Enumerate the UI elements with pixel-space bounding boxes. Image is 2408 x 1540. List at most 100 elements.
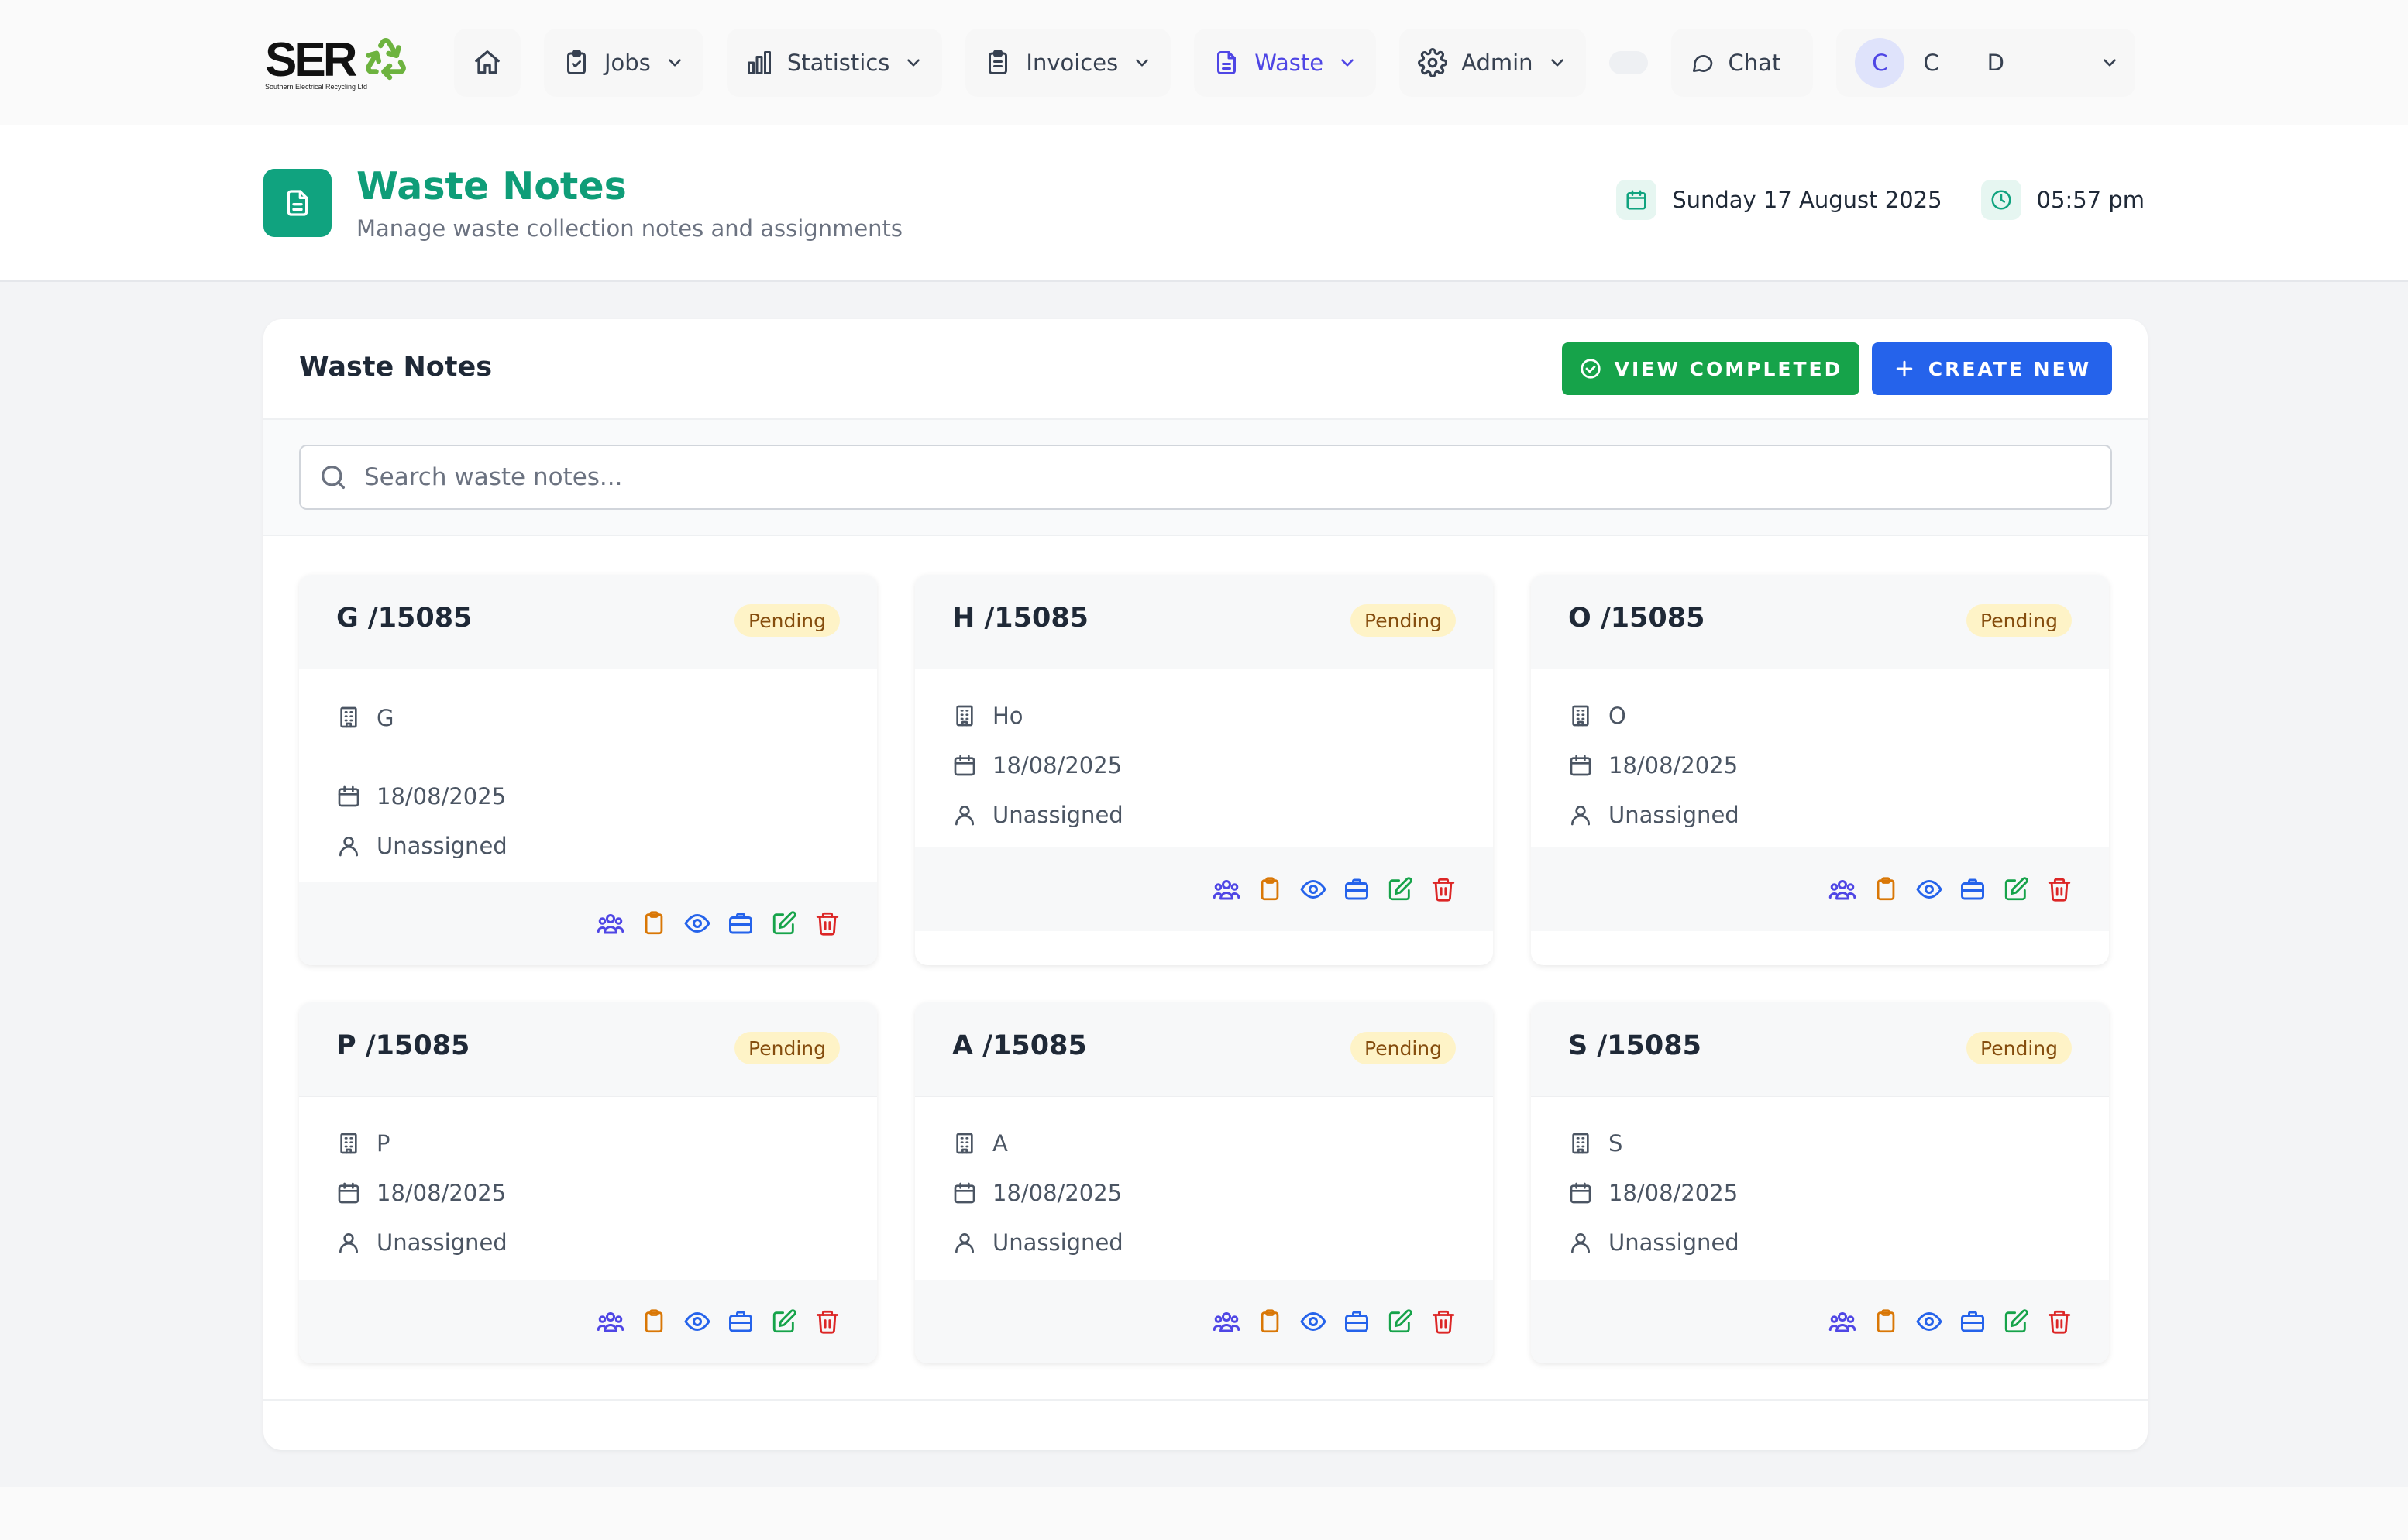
nav-invoices-label: Invoices	[1026, 50, 1119, 76]
edit-button[interactable]	[2000, 874, 2031, 905]
building-icon	[340, 1133, 357, 1154]
nav-placeholder	[1608, 51, 1648, 74]
card-actions	[1531, 1280, 2109, 1363]
edit-button[interactable]	[2000, 1306, 2031, 1337]
assignee: Unassigned	[992, 802, 1123, 828]
collection-date: 18/08/2025	[1608, 752, 1739, 779]
view-button[interactable]	[1298, 1306, 1329, 1337]
create-new-label: CREATE NEW	[1928, 357, 2092, 380]
delete-button[interactable]	[1428, 1306, 1459, 1337]
search-input[interactable]	[364, 463, 2069, 491]
clipboard-button[interactable]	[1254, 874, 1285, 905]
card-body: P 18/08/2025 Unassigned	[299, 1097, 877, 1267]
eye-icon	[1300, 880, 1326, 899]
view-button[interactable]	[1914, 874, 1945, 905]
date-row: 18/08/2025	[952, 1168, 1456, 1218]
collection-date: 18/08/2025	[1608, 1180, 1739, 1206]
delete-button[interactable]	[812, 908, 843, 939]
page-title: Waste Notes	[356, 164, 627, 208]
nav-invoices[interactable]: Invoices	[965, 29, 1171, 97]
users-icon	[1213, 880, 1240, 900]
edit-button[interactable]	[1385, 874, 1416, 905]
clipboard-icon	[1877, 877, 1895, 901]
date-row: 18/08/2025	[336, 772, 840, 821]
logo[interactable]: SER Southern Electrical Recycling Ltd	[263, 32, 411, 94]
navbar-inner: SER Southern Electrical Recycling Ltd Jo…	[263, 28, 2148, 98]
chat-bubble-icon	[1692, 55, 1712, 72]
assignee: Unassigned	[1608, 1229, 1739, 1256]
edit-button[interactable]	[1385, 1306, 1416, 1337]
calendar-icon	[1570, 755, 1591, 776]
building-icon	[1572, 705, 1589, 727]
waste-note-card[interactable]: O /15085 Pending O 18/08/2025 Unassigned	[1531, 575, 2109, 965]
user-menu[interactable]: C C D	[1836, 29, 2136, 97]
delete-button[interactable]	[812, 1306, 843, 1337]
waste-note-card[interactable]: S /15085 Pending S 18/08/2025 Unassigned	[1531, 1002, 2109, 1363]
waste-note-reference[interactable]: G /15085	[336, 603, 472, 634]
status-badge: Pending	[1966, 1032, 2072, 1064]
clipboard-button[interactable]	[1254, 1306, 1285, 1337]
trash-icon	[816, 1310, 839, 1334]
briefcase-icon	[729, 913, 752, 934]
waste-note-reference[interactable]: H /15085	[952, 603, 1089, 634]
delete-button[interactable]	[1428, 874, 1459, 905]
nav-waste[interactable]: Waste	[1194, 29, 1377, 97]
assign-team-button[interactable]	[1827, 874, 1858, 905]
assign-team-button[interactable]	[595, 908, 626, 939]
edit-icon	[772, 911, 796, 935]
clipboard-button[interactable]	[638, 908, 669, 939]
view-button[interactable]	[1298, 874, 1329, 905]
create-new-button[interactable]: CREATE NEW	[1872, 342, 2112, 395]
assignee: Unassigned	[1608, 802, 1739, 828]
waste-note-card[interactable]: A /15085 Pending A 18/08/2025 Unassigned	[915, 1002, 1493, 1363]
card-actions	[299, 1280, 877, 1363]
waste-note-reference[interactable]: S /15085	[1568, 1030, 1701, 1061]
view-button[interactable]	[682, 908, 713, 939]
nav-jobs[interactable]: Jobs	[544, 29, 703, 97]
plus-icon	[1896, 360, 1912, 377]
collection-date: 18/08/2025	[377, 783, 507, 810]
waste-note-card[interactable]: H /15085 Pending Ho 18/08/2025 Unassigne…	[915, 575, 1493, 965]
assignee-row: Unassigned	[336, 821, 840, 871]
assign-team-button[interactable]	[1211, 1306, 1242, 1337]
job-button[interactable]	[1341, 1306, 1372, 1337]
job-button[interactable]	[1341, 874, 1372, 905]
clipboard-button[interactable]	[1870, 1306, 1901, 1337]
calendar-icon	[1626, 190, 1646, 210]
delete-button[interactable]	[2044, 1306, 2075, 1337]
nav-chat[interactable]: Chat	[1670, 29, 1814, 97]
view-button[interactable]	[682, 1306, 713, 1337]
company-row: P	[336, 1119, 840, 1168]
nav-jobs-label: Jobs	[604, 50, 651, 76]
receipt-icon	[989, 50, 1008, 74]
job-button[interactable]	[725, 1306, 756, 1337]
edit-button[interactable]	[769, 1306, 800, 1337]
company-name: A	[992, 1130, 1008, 1157]
nav-home[interactable]	[454, 29, 521, 97]
search-icon	[322, 466, 345, 489]
waste-note-reference[interactable]: A /15085	[952, 1030, 1087, 1061]
waste-note-card[interactable]: G /15085 Pending G 18/08/2025 Unassigned	[299, 575, 877, 965]
delete-button[interactable]	[2044, 874, 2075, 905]
view-completed-button[interactable]: VIEW COMPLETED	[1562, 342, 1859, 395]
view-button[interactable]	[1914, 1306, 1945, 1337]
job-button[interactable]	[1957, 874, 1988, 905]
waste-note-reference[interactable]: P /15085	[336, 1030, 470, 1061]
edit-button[interactable]	[769, 908, 800, 939]
assign-team-button[interactable]	[595, 1306, 626, 1337]
job-button[interactable]	[1957, 1306, 1988, 1337]
company-row: Ho	[952, 691, 1456, 741]
waste-note-card[interactable]: P /15085 Pending P 18/08/2025 Unassigned	[299, 1002, 877, 1363]
clipboard-button[interactable]	[1870, 874, 1901, 905]
nav-statistics[interactable]: Statistics	[726, 29, 943, 97]
nav-admin[interactable]: Admin	[1399, 29, 1586, 97]
assign-team-button[interactable]	[1827, 1306, 1858, 1337]
status-badge: Pending	[1350, 604, 1456, 637]
assign-team-button[interactable]	[1211, 874, 1242, 905]
status-badge: Pending	[734, 604, 840, 637]
waste-note-reference[interactable]: O /15085	[1568, 603, 1705, 634]
clipboard-button[interactable]	[638, 1306, 669, 1337]
job-button[interactable]	[725, 908, 756, 939]
user-icon	[955, 1233, 974, 1253]
user-first-name: C	[1923, 50, 1939, 76]
